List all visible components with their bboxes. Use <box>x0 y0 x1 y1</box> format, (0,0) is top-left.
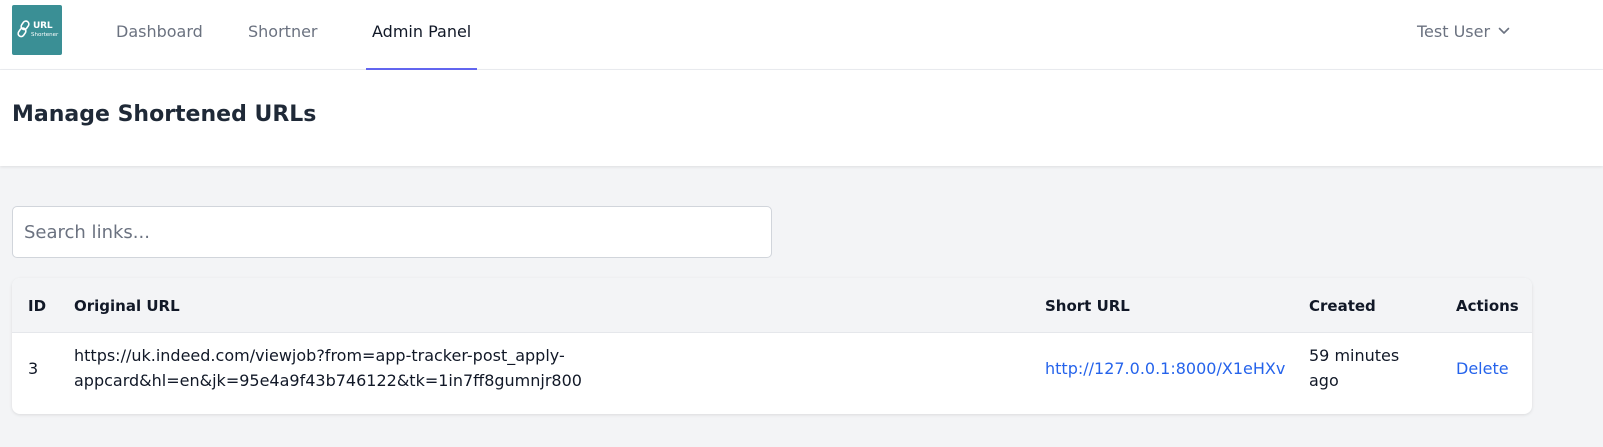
logo-title: URL <box>33 21 53 31</box>
row-id: 3 <box>28 359 39 378</box>
delete-button[interactable]: Delete <box>1456 359 1509 378</box>
app-logo[interactable]: URL Shortener <box>12 5 62 55</box>
urls-table: ID Original URL Short URL Created Action… <box>12 278 1532 414</box>
header-short-url: Short URL <box>1045 297 1130 315</box>
row-original-url-line-2: appcard&hl=en&jk=95e4a9f43b746122&tk=1in… <box>74 371 582 390</box>
short-url-link[interactable]: http://127.0.0.1:8000/X1eHXv <box>1045 359 1285 378</box>
row-short-url: http://127.0.0.1:8000/X1eHXv <box>1045 356 1285 381</box>
table-header: ID Original URL Short URL Created Action… <box>12 278 1532 333</box>
chevron-down-icon <box>1498 27 1510 34</box>
header-created: Created <box>1309 297 1376 315</box>
page-title: Manage Shortened URLs <box>12 102 317 127</box>
row-created-line-2: ago <box>1309 371 1339 390</box>
search-input[interactable] <box>12 206 772 258</box>
top-navigation: URL Shortener Dashboard Shortner Admin P… <box>0 0 1603 70</box>
row-actions: Delete <box>1456 356 1509 381</box>
nav-dashboard[interactable]: Dashboard <box>112 0 207 70</box>
nav-shortener[interactable]: Shortner <box>244 0 322 70</box>
header-actions: Actions <box>1456 297 1519 315</box>
header-original-url: Original URL <box>74 297 180 315</box>
nav-admin-panel[interactable]: Admin Panel <box>366 0 478 70</box>
logo-subtitle: Shortener <box>31 32 59 38</box>
user-name: Test User <box>1417 21 1491 41</box>
row-original-url-line-1: https://uk.indeed.com/viewjob?from=app-t… <box>74 346 565 365</box>
header-id: ID <box>28 297 47 315</box>
row-created: 59 minutes ago <box>1309 343 1429 393</box>
user-menu[interactable]: Test User <box>1417 19 1510 43</box>
page-header: Manage Shortened URLs <box>0 70 1603 166</box>
row-original-url: https://uk.indeed.com/viewjob?from=app-t… <box>74 343 1014 393</box>
row-created-line-1: 59 minutes <box>1309 346 1400 365</box>
